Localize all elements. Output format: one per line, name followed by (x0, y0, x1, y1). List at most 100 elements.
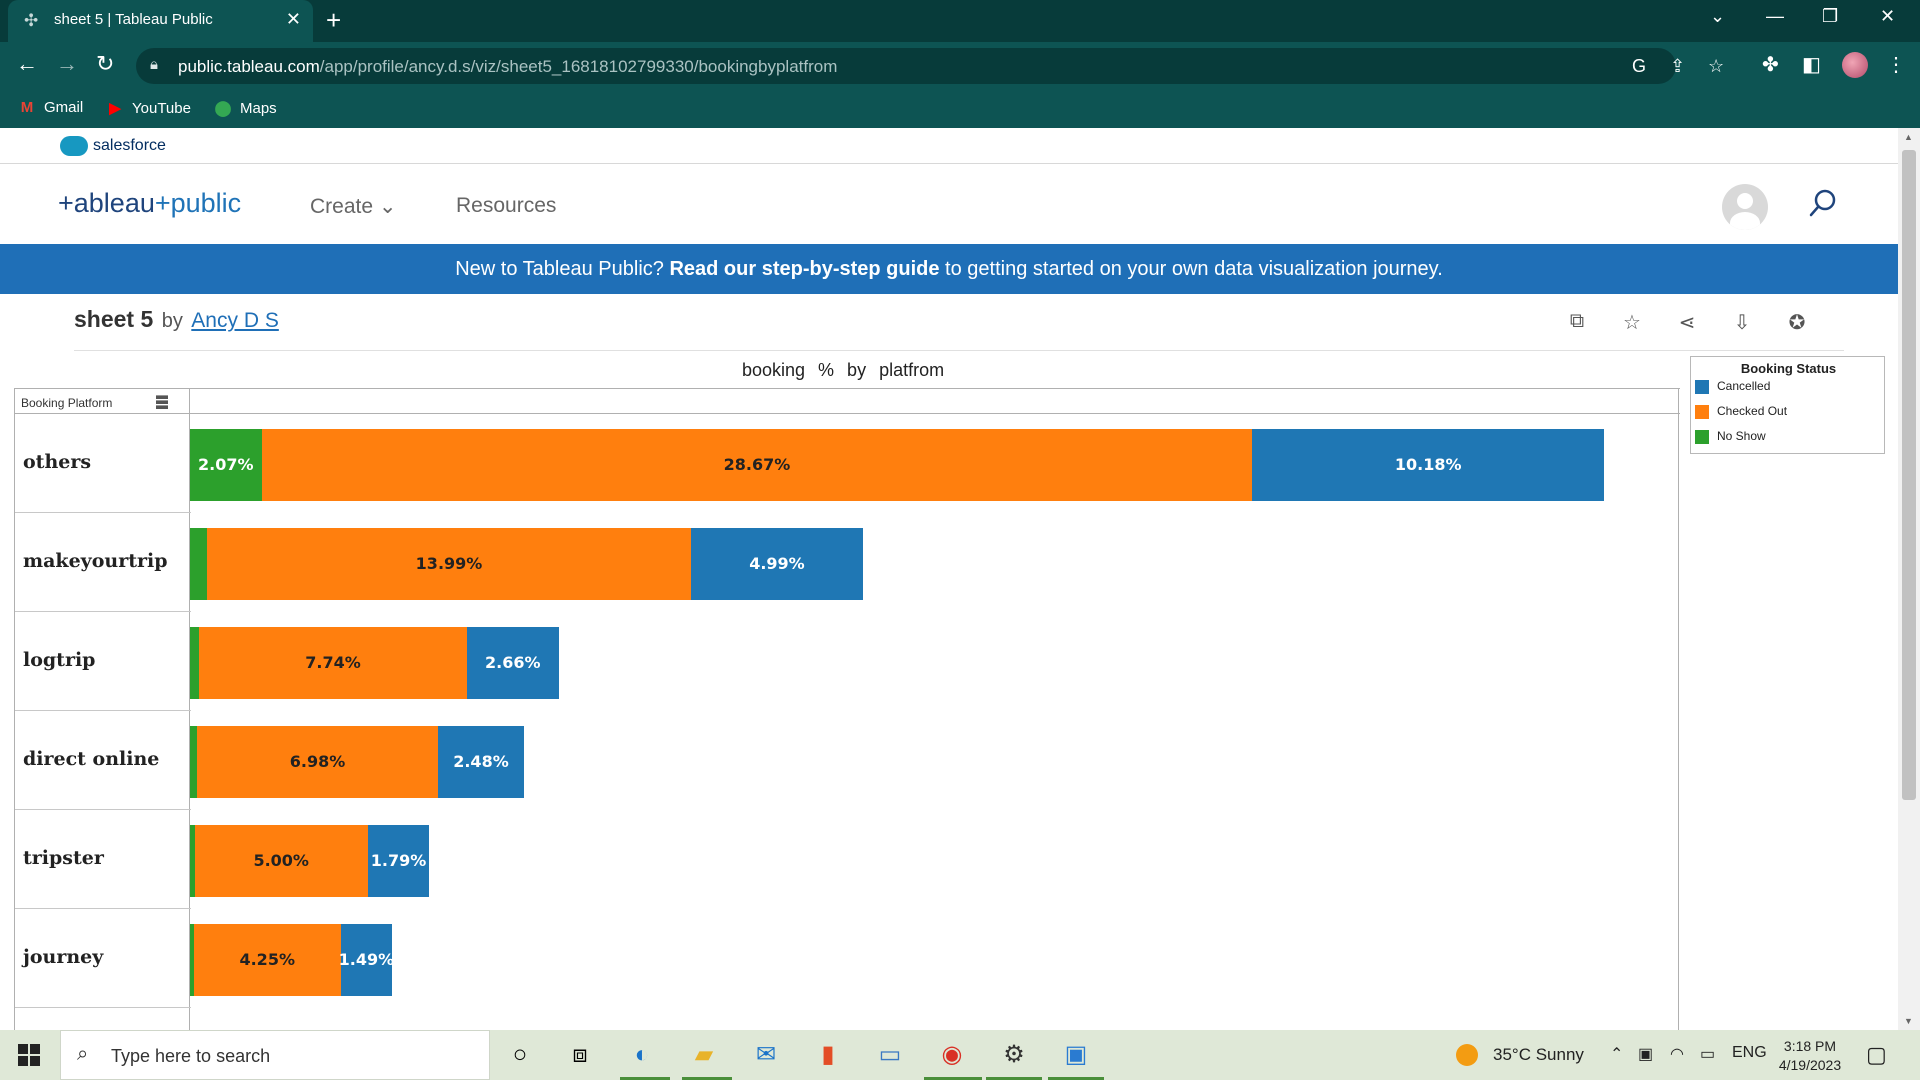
row-separator (15, 611, 191, 612)
copy-icon[interactable]: ⧉ (1564, 310, 1590, 336)
side-panel-icon[interactable]: ◧ (1802, 52, 1821, 77)
restore-icon[interactable]: ❐ (1822, 6, 1838, 27)
legend-item-checked-out[interactable]: Checked Out (1695, 404, 1787, 419)
favorite-star-icon[interactable]: ☆ (1619, 310, 1645, 336)
tableau-favicon-icon: ✣ (24, 11, 39, 30)
back-arrow-icon[interactable]: ← (16, 51, 38, 77)
cortana-icon[interactable]: ○ (502, 1039, 538, 1071)
bookmarks-bar: M Gmail ▶ YouTube ⬤ Maps (0, 90, 1920, 128)
top-axis-frame (190, 388, 1680, 414)
row-separator (15, 512, 191, 513)
file-explorer-icon[interactable]: ▰ (686, 1039, 722, 1071)
row-separator (15, 809, 191, 810)
search-icon: ⌕ (77, 1043, 89, 1065)
legend-swatch (1695, 379, 1709, 394)
salesforce-label[interactable]: salesforce (93, 137, 166, 155)
title-divider (74, 350, 1844, 351)
address-url[interactable]: public.tableau.com/app/profile/ancy.d.s/… (178, 57, 837, 77)
tableau-public-logo[interactable]: +ableau+public (58, 188, 241, 219)
taskbar-clock[interactable]: 3:18 PM 4/19/2023 (1772, 1037, 1848, 1075)
meet-now-icon[interactable]: ▣ (1638, 1044, 1653, 1064)
bar-data-label: 2.48% (453, 752, 509, 771)
taskbar-search-box[interactable]: ⌕ Type here to search (60, 1030, 490, 1080)
bookmark-star-icon[interactable]: ☆ (1708, 56, 1724, 77)
clock-date: 4/19/2023 (1778, 1057, 1842, 1073)
bookmark-gmail[interactable]: M Gmail (18, 99, 83, 116)
share-icon[interactable]: ⇪ (1670, 56, 1685, 77)
scroll-down-icon[interactable]: ▼ (1904, 1016, 1913, 1026)
edge-icon[interactable]: ◐ (624, 1039, 660, 1071)
legend-swatch (1695, 429, 1709, 444)
salesforce-bar: salesforce (0, 128, 1898, 164)
tab-close-icon[interactable]: ✕ (286, 9, 301, 30)
bookmark-maps[interactable]: ⬤ Maps (214, 99, 277, 117)
forward-arrow-icon[interactable]: → (56, 51, 78, 77)
address-bar[interactable]: 🔒︎ public.tableau.com/app/profile/ancy.d… (136, 48, 1724, 84)
mail-icon[interactable]: ✉ (748, 1039, 784, 1071)
page-scrollbar[interactable]: ▲ ▼ (1898, 128, 1920, 1030)
browser-tab-title: sheet 5 | Tableau Public (54, 11, 213, 28)
battery-icon[interactable]: ▭ (1700, 1044, 1715, 1064)
nav-create[interactable]: Create ⌄ (310, 194, 396, 219)
browser-menu-icon[interactable]: ⋮ (1886, 52, 1906, 77)
office-icon[interactable]: ▮ (810, 1039, 846, 1071)
row-label-tripster: tripster (23, 847, 104, 869)
youtube-icon: ▶ (109, 100, 121, 117)
wifi-icon[interactable]: ◠ (1670, 1044, 1684, 1064)
row-header-label: Booking Platform (21, 396, 113, 410)
weather-text[interactable]: 35°C Sunny (1493, 1045, 1584, 1065)
scroll-up-icon[interactable]: ▲ (1904, 132, 1913, 142)
notifications-icon[interactable]: ▢ (1866, 1042, 1887, 1068)
reload-icon[interactable]: ↻ (96, 51, 114, 77)
row-label-others: others (23, 451, 92, 473)
tableau-viz: booking % by platfrom Booking Platform ▬… (14, 352, 1898, 1030)
bar-data-label: 2.66% (485, 653, 541, 672)
windows-start-icon[interactable] (18, 1044, 40, 1066)
new-tab-button[interactable]: + (326, 5, 341, 36)
extensions-icon[interactable]: ✤ (1762, 52, 1779, 77)
my-pc-icon[interactable]: ▭ (872, 1039, 908, 1071)
sheet-heading: booking % by platfrom (742, 360, 945, 380)
minimize-icon[interactable]: — (1766, 6, 1784, 27)
salesforce-cloud-icon (60, 136, 88, 156)
search-icon[interactable] (1808, 188, 1838, 218)
photos-icon[interactable]: ▣ (1058, 1039, 1094, 1071)
viz-by-label: by (161, 310, 183, 332)
legend-swatch (1695, 404, 1709, 419)
google-lens-icon[interactable]: G (1632, 56, 1646, 77)
legend-label: No Show (1717, 429, 1766, 443)
tray-chevron-icon[interactable]: ⌃ (1610, 1044, 1623, 1064)
badge-icon[interactable]: ✪ (1784, 310, 1810, 336)
chrome-icon[interactable]: ◉ (934, 1039, 970, 1071)
nav-resources[interactable]: Resources (456, 194, 556, 218)
user-avatar-icon[interactable] (1722, 184, 1768, 230)
tab-search-chevron-icon[interactable]: ⌄ (1710, 6, 1725, 27)
download-icon[interactable]: ⇩ (1729, 310, 1755, 336)
booking-status-legend: Booking Status Cancelled Checked Out No Sh… (1690, 356, 1885, 454)
bar-data-label: 28.67% (723, 455, 791, 474)
viz-title-row: sheet 5 by Ancy D S (74, 306, 279, 333)
viz-author-link[interactable]: Ancy D S (191, 309, 279, 332)
language-indicator[interactable]: ENG (1732, 1044, 1767, 1062)
legend-item-cancelled[interactable]: Cancelled (1695, 379, 1770, 394)
step-by-step-guide-link[interactable]: Read our step-by-step guide (669, 258, 939, 280)
scrollbar-thumb[interactable] (1902, 150, 1916, 800)
windows-taskbar: ⌕ Type here to search ○ ⧈ ◐ ▰ ✉ ▮ ▭ ◉ ⚙ … (0, 1030, 1920, 1080)
taskbar-search-placeholder: Type here to search (111, 1046, 271, 1066)
settings-gear-icon[interactable]: ⚙ (996, 1039, 1032, 1071)
bar-data-label: 1.79% (370, 851, 427, 870)
close-window-icon[interactable]: ✕ (1880, 6, 1895, 27)
row-separator (15, 1007, 191, 1008)
task-view-icon[interactable]: ⧈ (562, 1039, 598, 1071)
browser-profile-avatar[interactable] (1842, 52, 1868, 78)
browser-tab-active[interactable]: ✣ sheet 5 | Tableau Public ✕ (8, 0, 313, 42)
share-icon[interactable]: ⋖ (1674, 310, 1700, 336)
legend-item-no-show[interactable]: No Show (1695, 429, 1766, 444)
row-label-journey: journey (23, 946, 104, 968)
weather-sun-icon[interactable] (1456, 1044, 1478, 1066)
row-separator (15, 710, 191, 711)
sort-icon[interactable]: ▬ ▬ ▬ (156, 389, 168, 411)
bookmark-youtube[interactable]: ▶ YouTube (106, 99, 191, 117)
bar-data-label: 6.98% (289, 752, 346, 771)
legend-label: Checked Out (1717, 404, 1788, 418)
